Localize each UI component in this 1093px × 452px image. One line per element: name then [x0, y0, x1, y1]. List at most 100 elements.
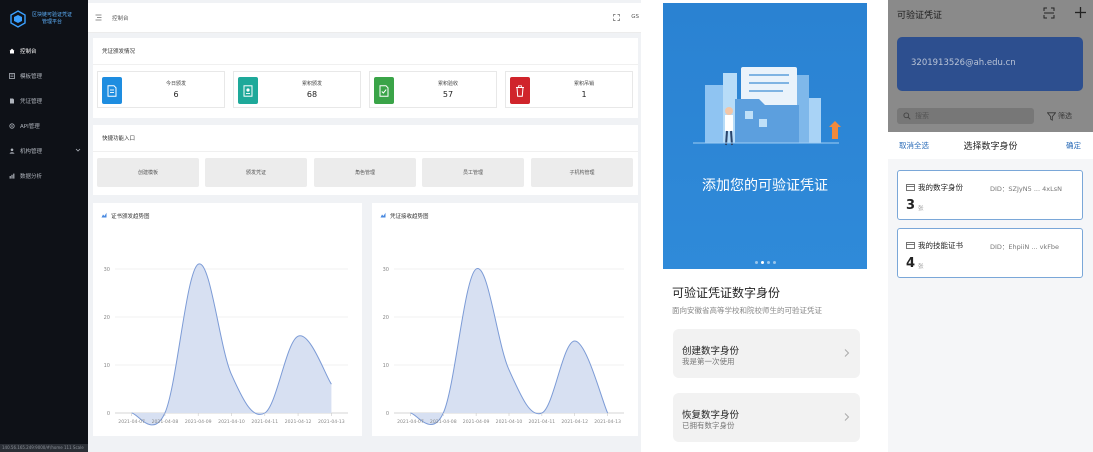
sidebar-item-templates[interactable]: 模板管理: [0, 63, 88, 88]
quick-actions-title: 快捷功能入口: [102, 136, 136, 142]
stat-icon-bg: [374, 77, 394, 104]
area-fill: [131, 263, 332, 425]
carousel-dot[interactable]: [754, 261, 758, 264]
y-tick-label: 10: [104, 363, 110, 369]
identity-name: 我的技能证书: [918, 241, 963, 250]
chart-title: 凭证接收趋势图: [390, 214, 429, 220]
carousel-dot[interactable]: [766, 261, 770, 264]
stat-today-issued[interactable]: 今日颁发 6: [97, 71, 225, 108]
menu-toggle-icon[interactable]: [95, 14, 102, 21]
sidebar-item-orgs[interactable]: 机构管理: [0, 138, 88, 163]
sidebar-item-label: 数据分析: [20, 173, 43, 180]
button-title: 恢复数字身份: [682, 410, 740, 421]
y-tick-label: 30: [104, 267, 110, 273]
sidebar: 区块链可验证凭证 管理平台 控制台 模板管理 凭证管理 API管理 机构管理 数…: [0, 0, 88, 452]
count-unit: 张: [918, 206, 924, 212]
x-tick-label: 2021-04-11: [529, 419, 556, 425]
x-tick-label: 2021-04-07: [118, 419, 145, 425]
app-logo[interactable]: 区块链可验证凭证 管理平台: [10, 6, 84, 32]
sidebar-item-label: 模板管理: [20, 73, 43, 80]
identity-option[interactable]: 我的数字身份 DID：SZJyN5 ... 4xLsN 3 张: [897, 170, 1083, 220]
carousel-dot[interactable]: [772, 261, 776, 264]
stat-icon-bg: [510, 77, 530, 104]
carousel-dot-active[interactable]: [760, 261, 764, 264]
chart-title: 证书颁发趋势图: [111, 214, 150, 220]
logo-title: 区块链可验证凭证 管理平台: [32, 12, 73, 25]
identity-email: 3201913526@ah.edu.cn: [911, 58, 1016, 68]
confirm-button[interactable]: 确定: [1066, 140, 1081, 151]
create-identity-button[interactable]: 创建数字身份 我是第一次使用: [673, 329, 860, 378]
sidebar-item-dashboard[interactable]: 控制台: [0, 38, 88, 63]
check-doc-icon: [379, 84, 389, 97]
template-icon: [9, 72, 15, 79]
card-divider: [93, 151, 638, 152]
stat-value: 6: [173, 90, 179, 99]
logo-icon: [10, 10, 26, 28]
issue-trend-chart: 0 10 20 30 2021-04-07 2021-04-08 2021-04-09 202…: [104, 263, 348, 426]
stat-total-issued[interactable]: 累积颁发 68: [233, 71, 361, 108]
app-subtitle: 面向安徽省高等学校和院校师生的可验证凭证: [672, 306, 822, 315]
stat-value: 1: [581, 90, 587, 99]
x-tick-label: 2021-04-13: [594, 419, 621, 425]
home-icon: [9, 48, 15, 53]
issue-credential-button[interactable]: 颁发凭证: [205, 158, 307, 187]
breadcrumb[interactable]: 控制台: [112, 14, 129, 22]
search-input[interactable]: 搜索: [897, 108, 1034, 124]
identity-name: 我的数字身份: [918, 183, 963, 192]
credential-count: 4: [906, 256, 916, 271]
identity-card[interactable]: 3201913526@ah.edu.cn: [897, 37, 1083, 91]
sidebar-item-label: 凭证管理: [20, 98, 43, 105]
sidebar-item-analytics[interactable]: 数据分析: [0, 163, 88, 188]
sub-org-management-button[interactable]: 子机构管理: [531, 158, 633, 187]
trash-icon: [516, 84, 524, 97]
carousel-dots[interactable]: [663, 261, 867, 264]
area-fill: [410, 268, 608, 425]
identity-option[interactable]: 我的技能证书 DID：EhpiiN ... vkFbe 4 张: [897, 228, 1083, 278]
stamp-icon: [243, 84, 253, 97]
sidebar-item-label: API管理: [20, 123, 40, 130]
sheet-header: 取消全选 选择数字身份 确定: [888, 132, 1093, 159]
app-title: 可验证凭证数字身份: [672, 286, 781, 300]
x-tick-label: 2021-04-10: [218, 419, 245, 425]
document-icon: [107, 84, 117, 97]
role-management-button[interactable]: 角色管理: [314, 158, 416, 187]
select-identity-sheet: 取消全选 选择数字身份 确定 我的数字身份 DID：SZJyN5 ... 4xL…: [888, 132, 1093, 452]
staff-management-button[interactable]: 员工管理: [422, 158, 524, 187]
scan-icon[interactable]: [1043, 7, 1055, 19]
sidebar-item-api[interactable]: API管理: [0, 113, 88, 138]
fullscreen-icon[interactable]: [613, 14, 620, 21]
count-unit: 张: [918, 264, 924, 270]
overview-title: 凭证颁发情况: [102, 49, 136, 55]
area-chart-icon: [380, 212, 386, 218]
stat-total-revoked[interactable]: 累积吊销 1: [505, 71, 633, 108]
card-divider: [93, 64, 638, 65]
y-tick-label: 20: [383, 315, 389, 321]
stat-total-received[interactable]: 累积验收 57: [369, 71, 497, 108]
user-avatar[interactable]: GS: [631, 14, 639, 20]
y-tick-label: 0: [386, 411, 389, 417]
sidebar-item-credentials[interactable]: 凭证管理: [0, 88, 88, 113]
y-tick-label: 10: [383, 363, 389, 369]
filter-button[interactable]: 筛选: [1047, 111, 1072, 121]
restore-identity-button[interactable]: 恢复数字身份 已拥有数字身份: [673, 393, 860, 442]
credential-icon: [10, 98, 14, 103]
quick-actions-card: 快捷功能入口 创建模板 颁发凭证 角色管理 员工管理 子机构管理: [93, 125, 638, 195]
credentials-screen: 可验证凭证 3201913526@ah.edu.cn 搜索 筛选 取消全选 选择…: [881, 0, 1093, 452]
identity-did: DID：SZJyN5 ... 4xLsN: [990, 185, 1062, 193]
top-bar: 控制台 GS: [88, 3, 641, 33]
admin-dashboard: 区块链可验证凭证 管理平台 控制台 模板管理 凭证管理 API管理 机构管理 数…: [0, 0, 641, 452]
x-tick-label: 2021-04-08: [430, 419, 457, 425]
create-template-button[interactable]: 创建模板: [97, 158, 199, 187]
stat-value: 68: [306, 90, 318, 99]
stat-label: 累积颁发: [301, 81, 322, 87]
chevron-down-icon[interactable]: [75, 147, 81, 153]
y-tick-label: 30: [383, 267, 389, 273]
sidebar-nav: 控制台 模板管理 凭证管理 API管理 机构管理 数据分析: [0, 38, 88, 188]
add-icon[interactable]: [1074, 6, 1087, 19]
status-url: 140.56.165.249:9000/#/home 111 Scale: [0, 444, 88, 452]
city-folder-illustration: [693, 67, 841, 146]
button-title: 创建数字身份: [682, 346, 740, 357]
onboarding-banner[interactable]: 添加您的可验证凭证: [663, 3, 867, 269]
chevron-right-icon: [844, 413, 850, 421]
receive-trend-chart: 0 10 20 30 2021-04-07 2021-04-08 2021-04-09 202…: [383, 267, 624, 426]
